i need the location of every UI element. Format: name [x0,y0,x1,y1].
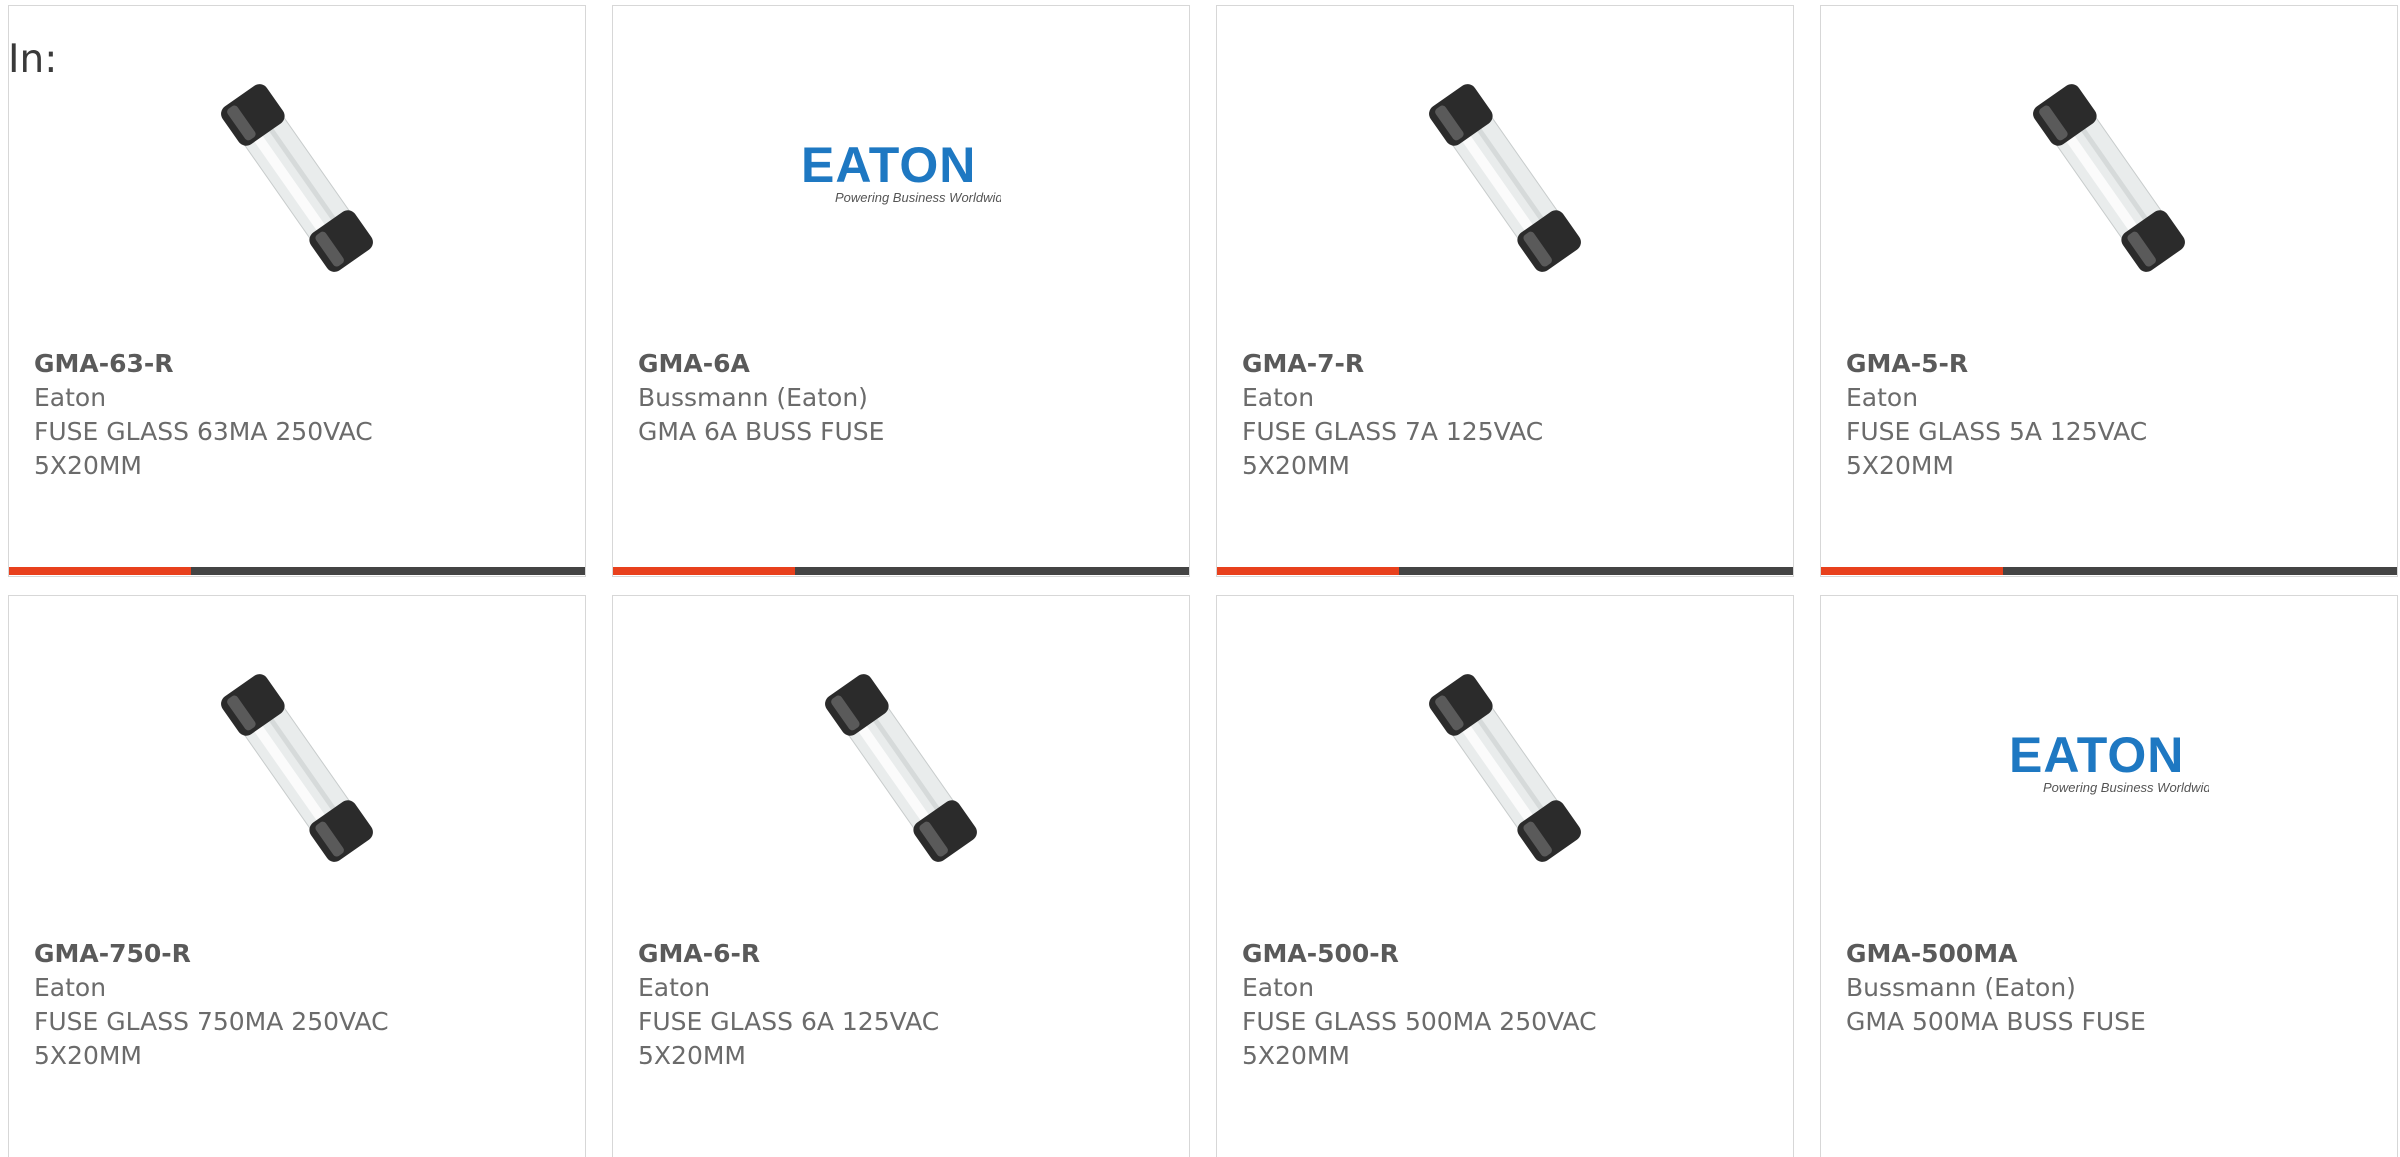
card-footer-bar [9,567,585,575]
product-card[interactable]: EATON Powering Business Worldwide GMA-6A … [612,5,1190,577]
product-card[interactable]: GMA-6-R Eaton FUSE GLASS 6A 125VAC 5X20M… [612,595,1190,1157]
manufacturer-name: Eaton [34,383,107,412]
glass-fuse-image[interactable] [197,78,397,278]
product-info: GMA-63-R Eaton FUSE GLASS 63MA 250VAC 5X… [34,347,434,483]
product-description: FUSE GLASS 750MA 250VAC 5X20MM [34,1007,389,1070]
manufacturer-name: Bussmann (Eaton) [638,383,868,412]
eaton-logo-image[interactable]: EATON Powering Business Worldwide [801,78,1001,278]
part-number-link[interactable]: GMA-6-R [638,937,1038,971]
card-accent-bar [1217,567,1399,575]
product-card[interactable]: GMA-500-R Eaton FUSE GLASS 500MA 250VAC … [1216,595,1794,1157]
part-number-link[interactable]: GMA-750-R [34,937,434,971]
product-info: GMA-5-R Eaton FUSE GLASS 5A 125VAC 5X20M… [1846,347,2246,483]
card-accent-bar [9,567,191,575]
manufacturer-name: Eaton [34,973,107,1002]
glass-fuse-image[interactable] [2009,78,2209,278]
card-accent-bar [613,567,795,575]
part-number-link[interactable]: GMA-6A [638,347,1038,381]
part-number-link[interactable]: GMA-5-R [1846,347,2246,381]
card-footer-bar [613,567,1189,575]
manufacturer-name: Eaton [1242,383,1315,412]
product-grid: GMA-63-R Eaton FUSE GLASS 63MA 250VAC 5X… [8,5,2398,1157]
part-number-link[interactable]: GMA-7-R [1242,347,1642,381]
glass-fuse-image[interactable] [197,668,397,868]
eaton-logo-image[interactable]: EATON Powering Business Worldwide [2009,668,2209,868]
product-description: FUSE GLASS 63MA 250VAC 5X20MM [34,417,373,480]
product-description: FUSE GLASS 500MA 250VAC 5X20MM [1242,1007,1597,1070]
part-number-link[interactable]: GMA-500MA [1846,937,2246,971]
manufacturer-name: Eaton [1846,383,1919,412]
part-number-link[interactable]: GMA-500-R [1242,937,1642,971]
card-footer-bar [1217,567,1793,575]
product-description: GMA 500MA BUSS FUSE [1846,1007,2146,1036]
eaton-logo-tagline: Powering Business Worldwide [2043,780,2209,795]
manufacturer-name: Eaton [638,973,711,1002]
product-info: GMA-6-R Eaton FUSE GLASS 6A 125VAC 5X20M… [638,937,1038,1073]
product-card[interactable]: GMA-63-R Eaton FUSE GLASS 63MA 250VAC 5X… [8,5,586,577]
product-card[interactable]: GMA-7-R Eaton FUSE GLASS 7A 125VAC 5X20M… [1216,5,1794,577]
product-results-page: In: GMA-63-R Eaton FUSE GLASS 63MA 250VA… [0,0,2400,1157]
part-number-link[interactable]: GMA-63-R [34,347,434,381]
product-card[interactable]: EATON Powering Business Worldwide GMA-500… [1820,595,2398,1157]
glass-fuse-image[interactable] [801,668,1001,868]
product-description: FUSE GLASS 7A 125VAC 5X20MM [1242,417,1544,480]
product-description: GMA 6A BUSS FUSE [638,417,885,446]
product-card[interactable]: GMA-750-R Eaton FUSE GLASS 750MA 250VAC … [8,595,586,1157]
card-footer-bar [1821,567,2397,575]
filter-in-label: In: [8,37,58,82]
eaton-logo-wordmark: EATON [801,138,976,193]
product-info: GMA-750-R Eaton FUSE GLASS 750MA 250VAC … [34,937,434,1073]
glass-fuse-image[interactable] [1405,78,1605,278]
eaton-logo-wordmark: EATON [2009,728,2184,783]
product-card[interactable]: GMA-5-R Eaton FUSE GLASS 5A 125VAC 5X20M… [1820,5,2398,577]
eaton-logo-tagline: Powering Business Worldwide [835,190,1001,205]
product-info: GMA-6A Bussmann (Eaton) GMA 6A BUSS FUSE [638,347,1038,449]
product-info: GMA-500MA Bussmann (Eaton) GMA 500MA BUS… [1846,937,2246,1039]
product-info: GMA-7-R Eaton FUSE GLASS 7A 125VAC 5X20M… [1242,347,1642,483]
card-accent-bar [1821,567,2003,575]
manufacturer-name: Bussmann (Eaton) [1846,973,2076,1002]
manufacturer-name: Eaton [1242,973,1315,1002]
product-info: GMA-500-R Eaton FUSE GLASS 500MA 250VAC … [1242,937,1642,1073]
glass-fuse-image[interactable] [1405,668,1605,868]
product-description: FUSE GLASS 6A 125VAC 5X20MM [638,1007,940,1070]
product-description: FUSE GLASS 5A 125VAC 5X20MM [1846,417,2148,480]
